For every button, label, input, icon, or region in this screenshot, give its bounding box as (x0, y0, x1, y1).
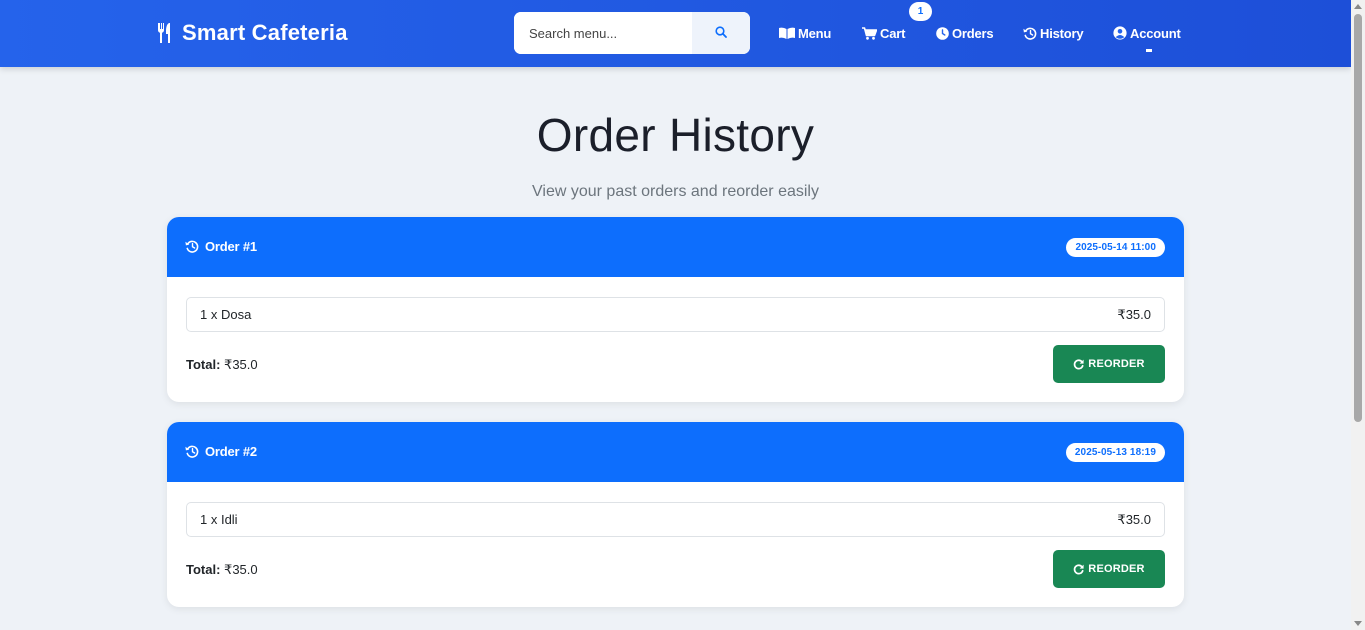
reorder-button-label: REORDER (1088, 358, 1145, 370)
nav-menu[interactable]: Menu (779, 24, 831, 42)
order-card-header: Order #2 2025-05-13 18:19 (167, 422, 1184, 482)
navbar: Smart Cafeteria Menu (0, 0, 1351, 67)
reorder-button[interactable]: REORDER (1053, 550, 1165, 588)
nav-orders-label: Orders (952, 25, 994, 41)
search-form (514, 12, 750, 54)
order-total-label: Total: (186, 562, 221, 577)
order-item-price: ₹35.0 (1117, 511, 1151, 527)
nav-cart-label: Cart (880, 25, 906, 41)
order-card: Order #2 2025-05-13 18:19 1 x Idli ₹35.0… (167, 422, 1184, 607)
user-circle-icon (1113, 26, 1127, 40)
clock-icon (936, 26, 949, 40)
order-title-text: Order #1 (205, 239, 257, 254)
nav-cart[interactable]: Cart (862, 24, 905, 42)
account-dropdown-indicator (1146, 49, 1152, 52)
order-total-label: Total: (186, 357, 221, 372)
history-icon (185, 240, 199, 253)
scroll-thumb[interactable] (1354, 14, 1362, 422)
redo-icon (1073, 358, 1084, 370)
history-icon (1023, 27, 1037, 40)
nav-orders[interactable]: Orders (936, 24, 994, 42)
order-item-row: 1 x Dosa ₹35.0 (186, 297, 1165, 332)
order-title-text: Order #2 (205, 444, 257, 459)
order-total-value: ₹35.0 (224, 562, 258, 577)
nav-menu-label: Menu (798, 25, 832, 41)
search-icon (715, 25, 727, 41)
page-subtitle: View your past orders and reorder easily (532, 183, 819, 200)
shopping-cart-icon (862, 26, 877, 40)
order-date-badge: 2025-05-14 11:00 (1066, 238, 1165, 257)
reorder-button-label: REORDER (1088, 563, 1145, 575)
order-item-row: 1 x Idli ₹35.0 (186, 502, 1165, 537)
order-item-price: ₹35.0 (1117, 306, 1151, 322)
scroll-up-arrow-icon[interactable] (1354, 4, 1362, 9)
nav-history-label: History (1040, 25, 1084, 41)
book-open-icon (779, 27, 795, 39)
order-title: Order #1 (185, 239, 257, 254)
order-total: Total: ₹35.0 (186, 562, 258, 578)
order-card: Order #1 2025-05-14 11:00 1 x Dosa ₹35.0… (167, 217, 1184, 402)
nav-account-label: Account (1130, 25, 1181, 41)
page-scrollbar[interactable] (1351, 0, 1365, 630)
order-total: Total: ₹35.0 (186, 357, 258, 373)
nav-account[interactable]: Account (1113, 24, 1181, 42)
search-input[interactable] (514, 12, 692, 54)
scroll-down-arrow-icon[interactable] (1354, 621, 1362, 626)
cart-count-badge: 1 (909, 2, 932, 21)
brand-name: Smart Cafeteria (182, 20, 348, 45)
order-date-badge: 2025-05-13 18:19 (1065, 443, 1165, 462)
order-total-value: ₹35.0 (224, 357, 258, 372)
nav-history[interactable]: History (1023, 24, 1084, 42)
reorder-button[interactable]: REORDER (1053, 345, 1165, 383)
order-item-name: 1 x Idli (200, 512, 238, 527)
search-button[interactable] (692, 12, 750, 54)
history-icon (185, 445, 199, 458)
order-title: Order #2 (185, 444, 257, 459)
utensils-icon (156, 22, 176, 44)
page-title: Order History (536, 109, 815, 161)
brand-link[interactable]: Smart Cafeteria (156, 20, 348, 46)
order-item-name: 1 x Dosa (200, 307, 252, 322)
order-card-header: Order #1 2025-05-14 11:00 (167, 217, 1184, 277)
redo-icon (1073, 563, 1084, 575)
